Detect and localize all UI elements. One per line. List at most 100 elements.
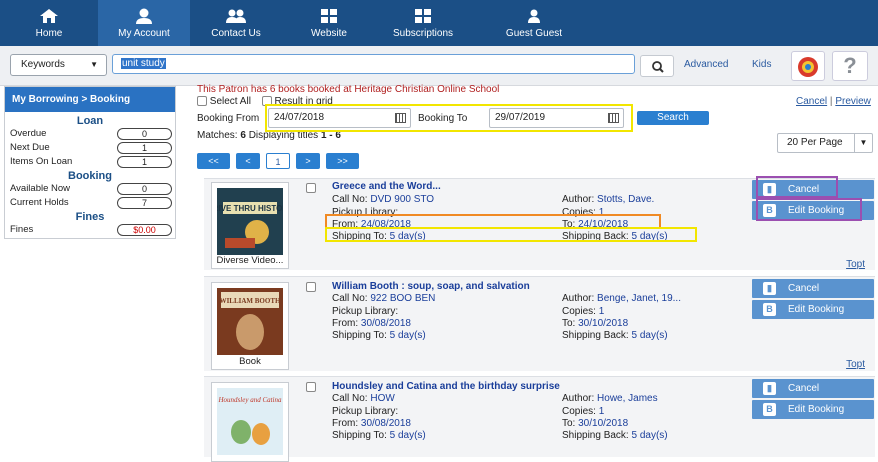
top-link[interactable]: Topt — [846, 359, 865, 370]
author-value[interactable]: Stotts, Dave. — [597, 194, 654, 205]
shipping-to: Shipping To: 5 day(s) — [332, 330, 426, 341]
author-value[interactable]: Benge, Janet, 19... — [597, 293, 681, 304]
shipping-back-label: Shipping Back: — [562, 231, 629, 242]
edit-booking-label: Edit Booking — [788, 304, 845, 315]
preview-link[interactable]: Preview — [835, 96, 871, 107]
advanced-search-link[interactable]: Advanced — [684, 59, 728, 70]
per-page-select[interactable]: 20 Per Page ▼ — [777, 133, 873, 153]
booking-holds-label: Current Holds — [10, 197, 69, 208]
shipping-to-value: 5 day(s) — [389, 330, 426, 341]
cover-title-text: WILLIAM BOOTH — [220, 297, 281, 305]
select-all-checkbox[interactable] — [197, 96, 207, 107]
result-title-link[interactable]: William Booth : soup, soap, and salvatio… — [332, 281, 530, 292]
result-grid-label: Result in grid — [274, 96, 333, 107]
shipping-to-label: Shipping To: — [332, 330, 387, 341]
nav-website[interactable]: Website — [282, 0, 376, 46]
from-value: 30/08/2018 — [360, 418, 411, 429]
grid-icon — [321, 9, 337, 23]
result-title-link[interactable]: Greece and the Word... — [332, 181, 441, 192]
shipping-to-label: Shipping To: — [332, 231, 387, 242]
call-no-value[interactable]: HOW — [370, 393, 394, 404]
edit-booking-icon: B — [763, 204, 776, 217]
loan-next-due-value[interactable]: 1 — [117, 142, 172, 154]
copies: Copies: 1 — [562, 306, 604, 317]
cancel-link[interactable]: Cancel — [796, 96, 827, 107]
top-link[interactable]: Topt — [846, 259, 865, 270]
shipping-to: Shipping To: 5 day(s) — [332, 231, 426, 242]
booking-to-value: 29/07/2019 — [495, 112, 546, 123]
copies-label: Copies: — [562, 207, 596, 218]
cover-title-text: Houndsley and Catina — [218, 396, 282, 404]
displaying-label: Displaying titles — [248, 130, 319, 141]
call-no-label: Call No: — [332, 194, 368, 205]
search-scope-select[interactable]: Keywords ▼ — [10, 54, 107, 76]
to-value: 30/10/2018 — [578, 418, 629, 429]
booking-section-title: Booking — [68, 170, 112, 182]
loan-items-value[interactable]: 1 — [117, 156, 172, 168]
nav-subscriptions[interactable]: Subscriptions — [376, 0, 470, 46]
kids-logo-button[interactable] — [791, 51, 825, 81]
cancel-label: Cancel — [788, 383, 820, 394]
edit-booking-button[interactable]: B Edit Booking — [752, 201, 874, 220]
pager-prev[interactable]: < — [236, 153, 260, 169]
author-value[interactable]: Howe, James — [597, 393, 658, 404]
help-button[interactable]: ? — [832, 51, 868, 81]
booking-to-label: Booking To — [418, 113, 468, 124]
nav-guest-label: Guest Guest — [505, 28, 563, 39]
pickup-label: Pickup Library: — [332, 207, 399, 218]
call-no-value[interactable]: 922 BOO BEN — [370, 293, 435, 304]
cancel-booking-button[interactable]: ▮ Cancel — [752, 180, 874, 199]
to-value: 30/10/2018 — [578, 318, 629, 329]
call-no-value[interactable]: DVD 900 STO — [370, 194, 434, 205]
nav-contact-us[interactable]: Contact Us — [190, 0, 282, 46]
author: Author: Stotts, Dave. — [562, 194, 654, 205]
cancel-booking-button[interactable]: ▮ Cancel — [752, 279, 874, 298]
kids-link[interactable]: Kids — [752, 59, 771, 70]
edit-booking-button[interactable]: B Edit Booking — [752, 400, 874, 419]
chevron-down-icon: ▼ — [854, 134, 872, 152]
nav-subscriptions-label: Subscriptions — [392, 28, 454, 39]
search-input[interactable]: unit study — [112, 54, 635, 74]
call-no: Call No: 922 BOO BEN — [332, 293, 435, 304]
nav-home[interactable]: Home — [0, 0, 98, 46]
loan-overdue-value[interactable]: 0 — [117, 128, 172, 140]
result-checkbox[interactable] — [306, 282, 316, 292]
cancel-label: Cancel — [788, 184, 820, 195]
select-all-label: Select All — [209, 96, 251, 107]
pager-next[interactable]: > — [296, 153, 320, 169]
calendar-icon[interactable] — [395, 113, 406, 123]
cancel-booking-button[interactable]: ▮ Cancel — [752, 379, 874, 398]
pager-current[interactable]: 1 — [266, 153, 290, 169]
search-bookings-button[interactable]: Search — [637, 111, 709, 125]
fines-value[interactable]: $0.00 — [117, 224, 172, 236]
loan-section-title: Loan — [76, 115, 104, 127]
result-grid-checkbox[interactable] — [261, 96, 272, 107]
cover-image[interactable]: DRIVE THRU HISTORY Diverse Video... — [207, 182, 294, 269]
booking-from-input[interactable]: 24/07/2018 — [268, 108, 411, 128]
grid-icon — [415, 9, 431, 23]
pager-first[interactable]: << — [197, 153, 230, 169]
result-checkbox[interactable] — [306, 183, 316, 193]
cover-caption: Diverse Video... — [216, 255, 284, 266]
pager-last[interactable]: >> — [326, 153, 359, 169]
nav-contact-us-label: Contact Us — [211, 28, 261, 39]
nav-my-account[interactable]: My Account — [98, 0, 190, 46]
edit-booking-icon: B — [763, 403, 776, 416]
shipping-back: Shipping Back: 5 day(s) — [562, 231, 668, 242]
author-label: Author: — [562, 393, 595, 404]
home-icon — [40, 9, 58, 23]
copies: Copies: 1 — [562, 406, 604, 417]
kids-badge-icon — [798, 57, 818, 77]
booking-available-value[interactable]: 0 — [117, 183, 172, 195]
search-button[interactable] — [640, 55, 674, 77]
booking-to-input[interactable]: 29/07/2019 — [489, 108, 624, 128]
edit-booking-button[interactable]: B Edit Booking — [752, 300, 874, 319]
result-checkbox[interactable] — [306, 382, 316, 392]
cover-image[interactable]: Houndsley and Catina — [211, 382, 289, 462]
calendar-icon[interactable] — [608, 113, 619, 123]
cover-image[interactable]: WILLIAM BOOTH Book — [211, 282, 289, 370]
nav-guest[interactable]: Guest Guest — [490, 0, 578, 46]
result-title-link[interactable]: Houndsley and Catina and the birthday su… — [332, 381, 560, 392]
booking-holds-value[interactable]: 7 — [117, 197, 172, 209]
from-label: From: — [332, 219, 359, 230]
